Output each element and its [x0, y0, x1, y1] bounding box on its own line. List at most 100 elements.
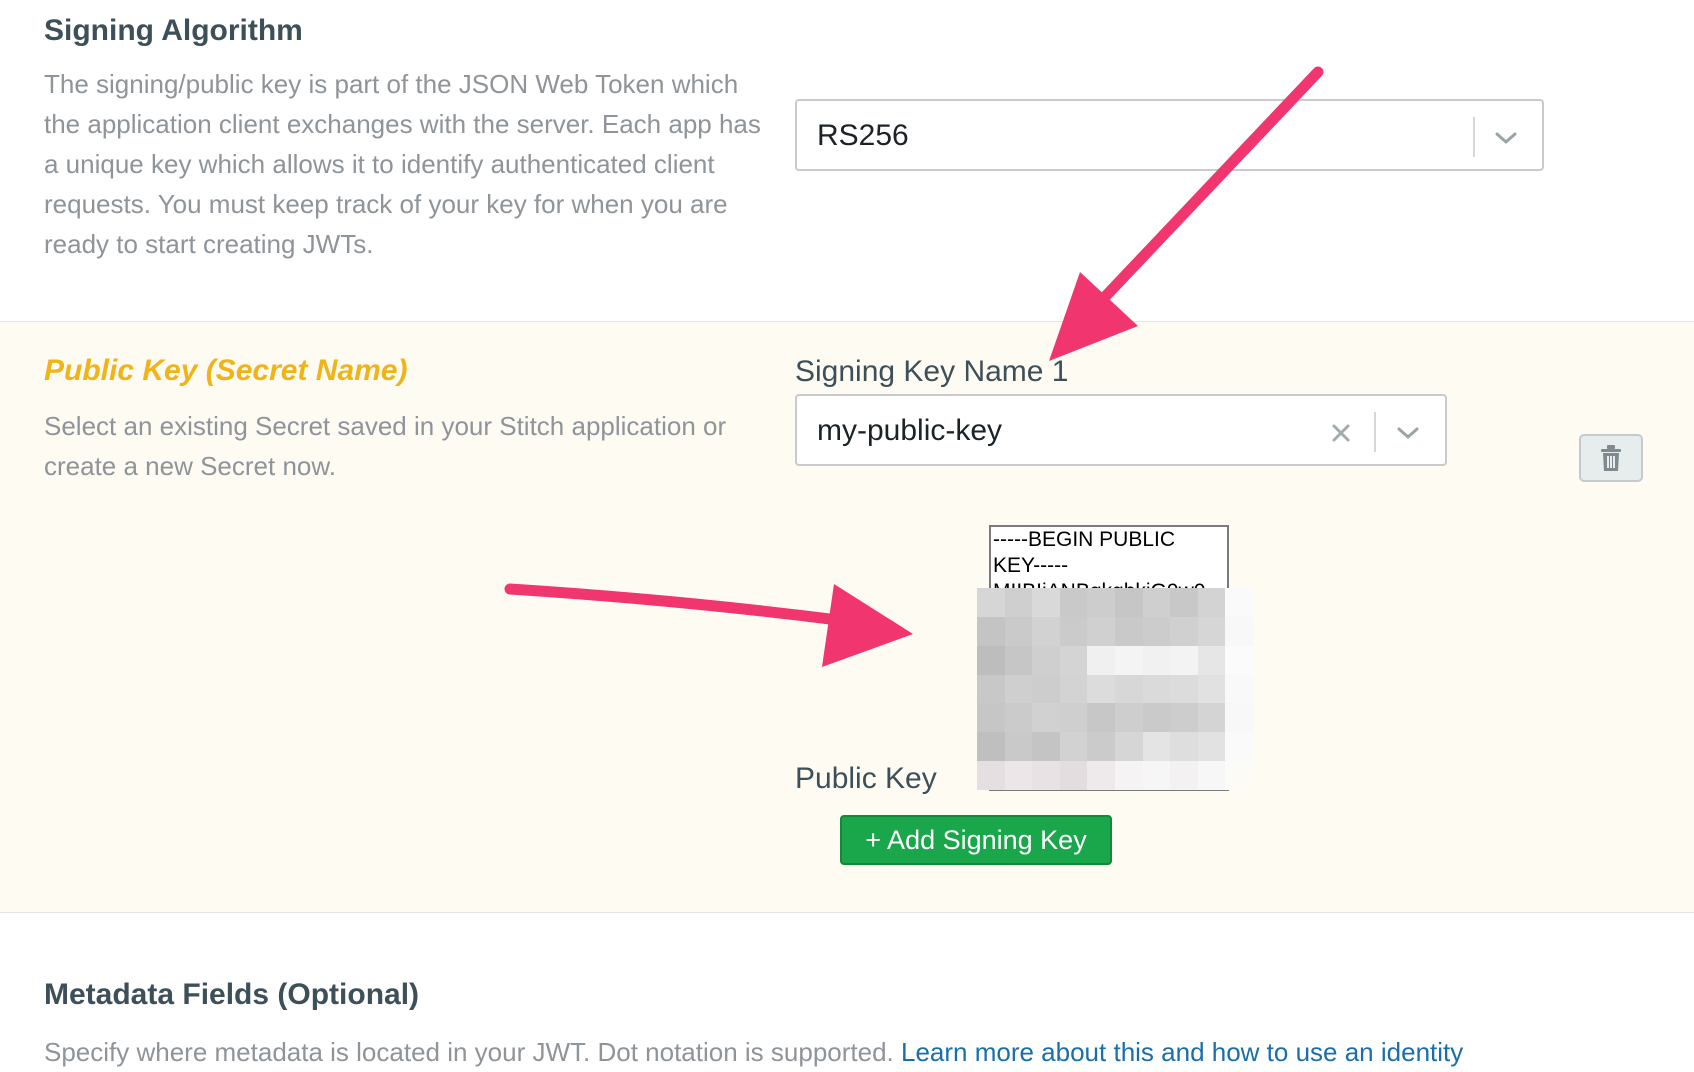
pixel-cell	[1142, 588, 1171, 617]
pixel-cell	[1032, 674, 1060, 704]
pixel-cell	[1004, 703, 1033, 733]
pixel-cell	[1032, 732, 1060, 762]
chevron-down-icon[interactable]	[1393, 418, 1423, 448]
pixel-cell	[1197, 645, 1226, 675]
delete-signing-key-button[interactable]	[1579, 434, 1643, 482]
public-key-text-line: KEY-----	[993, 554, 1069, 577]
pixel-cell	[1170, 761, 1198, 790]
pixel-cell	[1004, 616, 1033, 646]
signing-key-name-value: my-public-key	[817, 414, 1003, 447]
pixel-cell	[1115, 732, 1143, 762]
pixel-cell	[977, 588, 1005, 617]
pixel-cell	[1059, 616, 1088, 646]
pixel-cell	[1004, 732, 1033, 762]
pixel-cell	[1225, 645, 1253, 675]
signing-key-name-label: Signing Key Name 1	[795, 355, 1069, 388]
pixel-cell	[1087, 645, 1115, 675]
page: Signing Algorithm The signing/public key…	[0, 0, 1694, 1072]
description-line: create a new Secret now.	[44, 451, 336, 481]
pixel-cell	[1197, 616, 1226, 646]
public-key-title: Public Key (Secret Name)	[44, 354, 408, 387]
pixel-cell	[1059, 761, 1088, 790]
pixel-cell	[1087, 616, 1115, 646]
description-line: requests. You must keep track of your ke…	[44, 189, 728, 219]
pixel-cell	[1115, 703, 1143, 733]
select-divider	[1374, 412, 1376, 452]
description-line: The signing/public key is part of the JS…	[44, 69, 739, 99]
pixel-cell	[1197, 674, 1226, 704]
pixel-cell	[977, 674, 1005, 704]
metadata-description-text: Specify where metadata is located in you…	[44, 1037, 894, 1067]
close-icon[interactable]	[1326, 418, 1356, 448]
pixel-cell	[1225, 732, 1253, 762]
pixel-cell	[977, 616, 1005, 646]
pixel-cell	[1032, 588, 1060, 617]
pixel-cell	[977, 645, 1005, 675]
pixel-cell	[1170, 645, 1198, 675]
public-key-text-line: -----BEGIN PUBLIC	[993, 528, 1176, 551]
pixel-cell	[1004, 645, 1033, 675]
pixel-cell	[1115, 588, 1143, 617]
pixel-cell	[1225, 703, 1253, 733]
pixel-cell	[1032, 616, 1060, 646]
description-line: ready to start creating JWTs.	[44, 229, 374, 259]
pixel-cell	[1059, 645, 1088, 675]
select-divider	[1473, 117, 1475, 157]
metadata-title: Metadata Fields (Optional)	[44, 978, 420, 1011]
pixel-cell	[1032, 645, 1060, 675]
pixel-cell	[1115, 761, 1143, 790]
pixel-cell	[1225, 616, 1253, 646]
pixel-cell	[1087, 674, 1115, 704]
pixel-cell	[1087, 588, 1115, 617]
pixel-cell	[1170, 616, 1198, 646]
pixel-cell	[1004, 761, 1033, 790]
pixel-cell	[1197, 588, 1226, 617]
pixel-cell	[1170, 588, 1198, 617]
pixel-cell	[1225, 588, 1253, 617]
signing-algorithm-title: Signing Algorithm	[44, 14, 303, 47]
pixel-cell	[977, 703, 1005, 733]
pixel-cell	[1197, 761, 1226, 790]
signing-algorithm-description: The signing/public key is part of the JS…	[44, 64, 761, 264]
pixel-cell	[977, 732, 1005, 762]
pixel-cell	[1059, 732, 1088, 762]
learn-more-link[interactable]: Learn more about this and how to use an …	[901, 1037, 1463, 1067]
pixel-cell	[1142, 732, 1171, 762]
pixel-cell	[1059, 674, 1088, 704]
signing-algorithm-select[interactable]: RS256	[795, 99, 1544, 171]
pixel-cell	[1170, 674, 1198, 704]
description-line: the application client exchanges with th…	[44, 109, 761, 139]
pixel-cell	[1004, 588, 1033, 617]
redacted-key-overlay	[977, 588, 1253, 790]
pixel-cell	[1115, 674, 1143, 704]
pixel-cell	[1170, 703, 1198, 733]
metadata-description: Specify where metadata is located in you…	[44, 1032, 1463, 1072]
chevron-down-icon[interactable]	[1491, 123, 1521, 153]
pixel-cell	[1032, 761, 1060, 790]
pixel-cell	[1059, 588, 1088, 617]
signing-algorithm-section: Signing Algorithm The signing/public key…	[0, 0, 1694, 322]
pixel-cell	[1087, 703, 1115, 733]
signing-key-name-select[interactable]: my-public-key	[795, 394, 1447, 466]
public-key-description: Select an existing Secret saved in your …	[44, 406, 726, 486]
signing-algorithm-value: RS256	[817, 119, 909, 152]
pixel-cell	[1170, 732, 1198, 762]
pixel-cell	[1225, 674, 1253, 704]
add-signing-key-button[interactable]: + Add Signing Key	[840, 815, 1112, 865]
pixel-cell	[1142, 674, 1171, 704]
trash-icon	[1601, 445, 1621, 471]
pixel-cell	[1225, 761, 1253, 790]
pixel-cell	[1115, 645, 1143, 675]
pixel-cell	[1059, 703, 1088, 733]
pixel-cell	[977, 761, 1005, 790]
pixel-cell	[1142, 703, 1171, 733]
pixel-cell	[1197, 703, 1226, 733]
pixel-cell	[1197, 732, 1226, 762]
public-key-label: Public Key	[795, 762, 937, 795]
pixel-cell	[1032, 703, 1060, 733]
pixel-cell	[1087, 761, 1115, 790]
pixel-cell	[1142, 616, 1171, 646]
description-line: a unique key which allows it to identify…	[44, 149, 715, 179]
pixel-cell	[1142, 645, 1171, 675]
pixel-cell	[1142, 761, 1171, 790]
